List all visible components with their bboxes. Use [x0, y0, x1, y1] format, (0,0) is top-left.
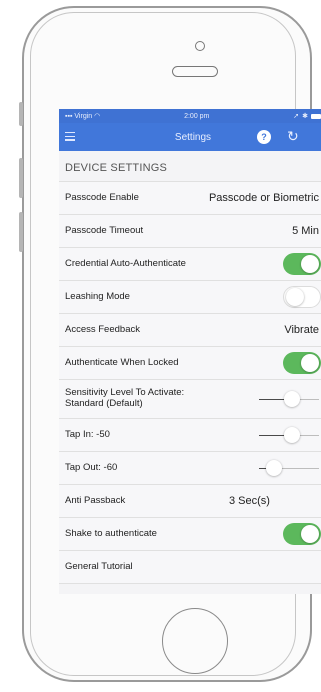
slider-thumb[interactable] [266, 460, 282, 476]
battery-icon [311, 113, 321, 119]
tap-out-slider[interactable] [259, 458, 319, 478]
menu-icon[interactable] [65, 132, 75, 141]
clock: 2:00 pm [184, 112, 210, 120]
setting-general-tutorial[interactable]: General Tutorial [59, 551, 321, 584]
slider-thumb[interactable] [284, 391, 300, 407]
tap-in-slider[interactable] [259, 425, 319, 445]
credential-auto-authenticate-toggle[interactable] [283, 253, 321, 275]
setting-passcode-enable[interactable]: Passcode Enable Passcode or Biometric [59, 182, 321, 215]
setting-label: Anti Passback [65, 494, 126, 506]
setting-label: Tap In: -50 [65, 428, 110, 440]
setting-label: Credential Auto-Authenticate [65, 257, 186, 269]
setting-shake-to-authenticate: Shake to authenticate [59, 518, 321, 551]
shake-to-authenticate-toggle[interactable] [283, 523, 321, 545]
setting-anti-passback[interactable]: Anti Passback 3 Sec(s) [59, 485, 321, 518]
location-icon: ➚ [293, 113, 300, 120]
bluetooth-icon: ✱ [302, 113, 308, 120]
status-right: ➚ ✱ [293, 112, 321, 120]
page-title: Settings [174, 131, 212, 143]
volume-up-button [19, 158, 23, 198]
wifi-icon: ◠ [94, 113, 101, 120]
setting-credential-auto-authenticate: Credential Auto-Authenticate [59, 248, 321, 281]
setting-tap-in: Tap In: -50 [59, 419, 321, 452]
setting-value[interactable]: Passcode or Biometric [209, 192, 319, 204]
setting-passcode-timeout[interactable]: Passcode Timeout 5 Min [59, 215, 321, 248]
slider-thumb[interactable] [284, 427, 300, 443]
mute-switch [19, 102, 23, 126]
setting-value[interactable]: Vibrate [284, 324, 319, 336]
setting-label: Access Feedback [65, 323, 140, 335]
setting-label: Shake to authenticate [65, 527, 157, 539]
setting-label: Leashing Mode [65, 290, 130, 302]
sensitivity-slider[interactable] [259, 389, 319, 409]
setting-access-feedback[interactable]: Access Feedback Vibrate [59, 314, 321, 347]
camera-icon [195, 41, 205, 51]
app-screen: ▪▪▪ Virgin ◠ 2:00 pm ➚ ✱ Settings ? ↻ DE… [59, 109, 321, 594]
setting-authenticate-when-locked: Authenticate When Locked [59, 347, 321, 380]
home-button[interactable] [162, 608, 228, 674]
leashing-mode-toggle[interactable] [283, 286, 321, 308]
setting-value[interactable]: 5 Min [292, 225, 319, 237]
status-bar: ▪▪▪ Virgin ◠ 2:00 pm ➚ ✱ [59, 109, 321, 123]
setting-sensitivity-level: Sensitivity Level To Activate: Standard (… [59, 380, 321, 419]
setting-value[interactable]: 3 Sec(s) [229, 495, 270, 507]
speaker-grille [172, 66, 218, 77]
nav-bar: Settings ? ↻ [59, 123, 321, 151]
section-header: DEVICE SETTINGS [59, 151, 321, 182]
setting-label: Authenticate When Locked [65, 356, 179, 368]
setting-leashing-mode: Leashing Mode [59, 281, 321, 314]
authenticate-when-locked-toggle[interactable] [283, 352, 321, 374]
setting-label: Tap Out: -60 [65, 461, 118, 473]
refresh-icon[interactable]: ↻ [287, 128, 299, 145]
help-icon[interactable]: ? [257, 130, 271, 144]
setting-label: Passcode Enable [65, 191, 139, 203]
setting-label: Sensitivity Level To Activate: Standard (… [65, 387, 185, 409]
carrier-label: ▪▪▪ Virgin ◠ [65, 113, 101, 120]
setting-label: Passcode Timeout [65, 224, 144, 236]
setting-label: General Tutorial [65, 560, 133, 572]
volume-down-button [19, 212, 23, 252]
setting-tap-out: Tap Out: -60 [59, 452, 321, 485]
